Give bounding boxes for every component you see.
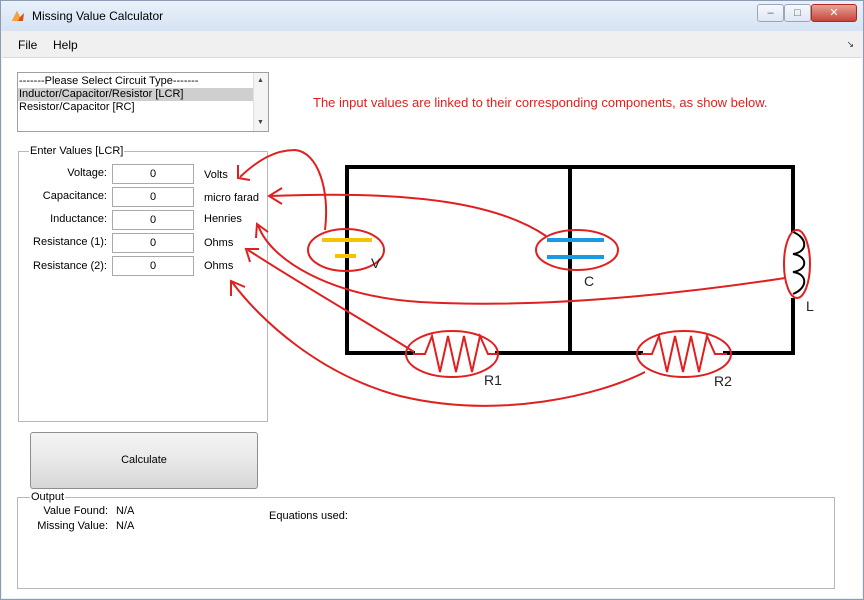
inductor-symbol [783,229,811,299]
capacitor-symbol [535,229,619,271]
label-r2: R2 [714,373,732,389]
arrow-capacitance [269,193,547,237]
annotation-arrows [230,148,786,407]
label-c: C [584,273,594,289]
resistor-r1-symbol [405,330,499,378]
resistor-r2-symbol [636,330,732,378]
arrow-inductance [257,224,786,305]
circuit-wires [345,165,795,355]
circuit-diagram: V C L R1 R2 [230,148,814,407]
arrow-voltage [239,148,328,231]
arrow-resistance1 [247,249,415,353]
label-l: L [806,298,814,314]
label-r1: R1 [484,372,502,388]
label-v: V [371,255,381,271]
